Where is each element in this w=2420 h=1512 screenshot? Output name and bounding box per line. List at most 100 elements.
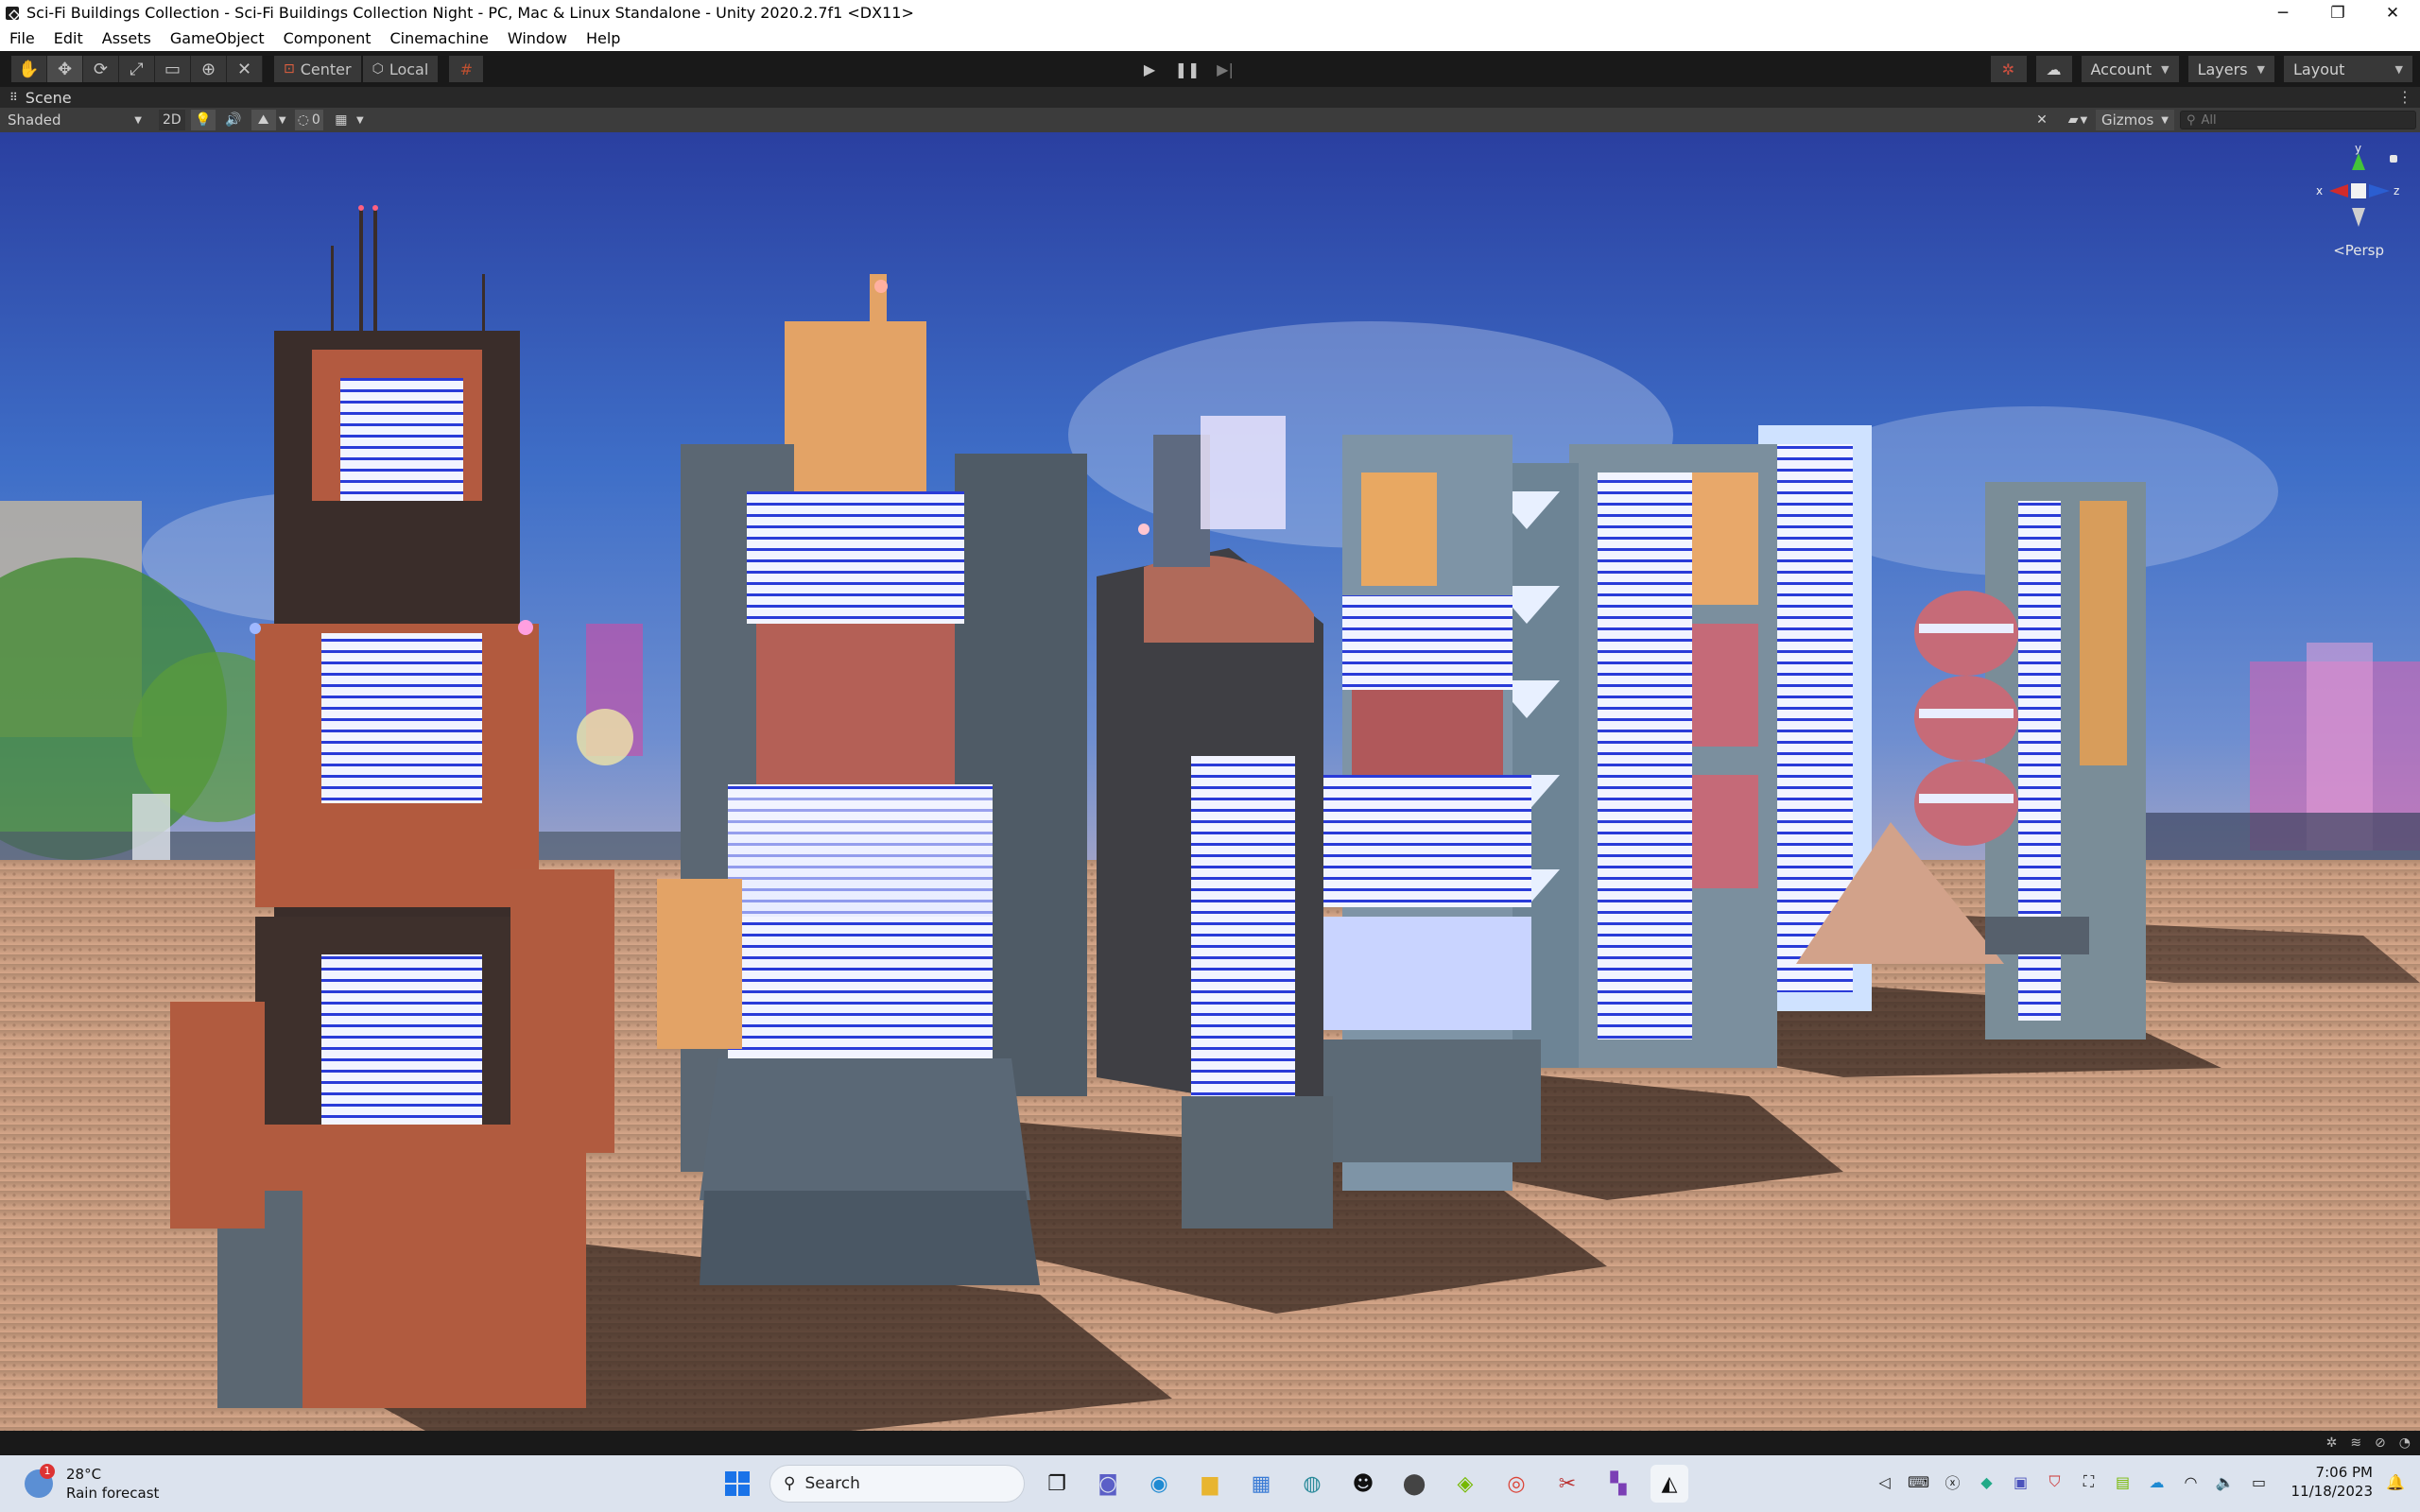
hidden-objects-toggle[interactable]: ◌ 0 xyxy=(294,110,323,130)
teams-tray-icon[interactable]: ▣ xyxy=(2010,1470,2032,1493)
camera-button[interactable]: ▰ ▼ xyxy=(2066,110,2090,130)
menu-assets[interactable]: Assets xyxy=(102,29,151,47)
effects-toggle[interactable]: ⛰ xyxy=(251,110,276,130)
menu-gameobject[interactable]: GameObject xyxy=(170,29,265,47)
nvidia-icon: ◈ xyxy=(1457,1471,1474,1496)
transform-icon: ⊕ xyxy=(200,59,216,79)
menu-edit[interactable]: Edit xyxy=(54,29,83,47)
axis-x-cone[interactable] xyxy=(2329,184,2348,198)
custom-tool-button[interactable]: ✕ xyxy=(227,56,263,82)
xbox-tray-icon[interactable]: ⓧ xyxy=(1942,1470,1964,1493)
unity-taskbar-button[interactable]: ◭ xyxy=(1651,1465,1688,1503)
edge-button[interactable]: ◉ xyxy=(1140,1465,1178,1503)
collab-button[interactable]: ✲ xyxy=(1990,56,2027,82)
wifi-icon[interactable]: ◠ xyxy=(2180,1470,2203,1493)
lock-icon[interactable] xyxy=(2390,155,2397,163)
grid-snap-button[interactable]: # xyxy=(449,56,484,82)
ime-tray-icon[interactable]: ⌨ xyxy=(1908,1470,1930,1493)
menu-component[interactable]: Component xyxy=(284,29,372,47)
audio-toggle[interactable]: 🔊 xyxy=(221,110,246,130)
globe-icon: ◍ xyxy=(1303,1471,1322,1496)
axis-z-cone[interactable] xyxy=(2369,184,2390,198)
chat-button[interactable]: ◙ xyxy=(1089,1465,1127,1503)
green-tray-icon[interactable]: ◆ xyxy=(1976,1470,1998,1493)
scene-search-input[interactable]: ⚲ All xyxy=(2180,111,2416,129)
nvidia-button[interactable]: ◈ xyxy=(1446,1465,1484,1503)
taskbar-search[interactable]: ⚲ Search xyxy=(769,1465,1025,1503)
effects-dropdown[interactable]: ▼ xyxy=(276,110,289,130)
more-options-icon[interactable]: ⋮ xyxy=(2397,88,2412,106)
play-button[interactable]: ▶ xyxy=(1131,56,1168,82)
cloud-tray-icon[interactable]: ☁ xyxy=(2146,1470,2169,1493)
menu-window[interactable]: Window xyxy=(508,29,567,47)
layout-label: Layout xyxy=(2293,60,2345,78)
browser-button[interactable]: ◍ xyxy=(1293,1465,1331,1503)
close-button[interactable]: ✕ xyxy=(2365,0,2420,26)
video-app-button[interactable]: ▚ xyxy=(1599,1465,1637,1503)
alien-app-button[interactable]: ☻ xyxy=(1344,1465,1382,1503)
menu-cinemachine[interactable]: Cinemachine xyxy=(389,29,488,47)
shading-mode-dropdown[interactable]: Shaded ▼ xyxy=(4,110,146,130)
minimize-button[interactable]: ─ xyxy=(2256,0,2310,26)
tools-toggle[interactable]: ✕ xyxy=(2030,110,2054,130)
rect-tool-button[interactable]: ▭ xyxy=(155,56,191,82)
store-button[interactable]: ▦ xyxy=(1242,1465,1280,1503)
step-button[interactable]: ▶| xyxy=(1206,56,1244,82)
battery-icon[interactable]: ▭ xyxy=(2248,1470,2271,1493)
cloud-button[interactable]: ☁ xyxy=(2035,56,2072,82)
layers-label: Layers xyxy=(2197,60,2248,78)
pivot-space-button[interactable]: ⬡ Local xyxy=(362,56,439,82)
chevron-down-icon: ▼ xyxy=(2080,114,2088,126)
axis-neg-y-cone[interactable] xyxy=(2352,208,2365,227)
scale-tool-button[interactable]: ⤢ xyxy=(119,56,155,82)
axis-y-cone[interactable] xyxy=(2352,153,2365,170)
progress-icon[interactable]: ◔ xyxy=(2399,1435,2411,1451)
search-placeholder: All xyxy=(2201,112,2217,128)
task-view-button[interactable]: ❐ xyxy=(1038,1465,1076,1503)
dark-app-button[interactable]: ⬤ xyxy=(1395,1465,1433,1503)
menu-file[interactable]: File xyxy=(9,29,35,47)
chrome-button[interactable]: ◎ xyxy=(1497,1465,1535,1503)
device-tray-icon[interactable]: ⛶ xyxy=(2078,1470,2100,1493)
security-tray-icon[interactable]: ⛉ xyxy=(2044,1470,2066,1493)
2d-toggle[interactable]: 2D xyxy=(159,110,185,130)
debug-icon[interactable]: ⊘ xyxy=(2375,1435,2386,1451)
notifications-bell-icon[interactable]: 🔔 xyxy=(2384,1470,2407,1493)
taskbar-apps: ⚲ Search ❐ ◙ ◉ ▆ ▦ ◍ ☻ ⬤ ◈ ◎ ✂ ▚ ◭ xyxy=(718,1465,1688,1503)
status-strip: ✲ ≋ ⊘ ◔ xyxy=(0,1431,2420,1455)
account-dropdown[interactable]: Account ▼ xyxy=(2081,56,2179,82)
gpu-tray-icon[interactable]: ▤ xyxy=(2112,1470,2135,1493)
bug-icon[interactable]: ✲ xyxy=(2326,1435,2338,1451)
local-space-icon: ⬡ xyxy=(372,61,384,77)
layers-dropdown[interactable]: Layers ▼ xyxy=(2187,56,2274,82)
grid-toggle[interactable]: ▦ xyxy=(329,110,354,130)
layout-dropdown[interactable]: Layout ▼ xyxy=(2284,56,2412,82)
scene-viewport[interactable]: y x z <Persp xyxy=(0,132,2420,1431)
start-button[interactable] xyxy=(718,1465,756,1503)
axis-center-cube[interactable] xyxy=(2351,183,2366,198)
transform-tool-button[interactable]: ⊕ xyxy=(191,56,227,82)
menu-help[interactable]: Help xyxy=(586,29,620,47)
scene-view-toolbar: Shaded ▼ 2D 💡 🔊 ⛰ ▼ ◌ 0 ▦ ▼ ✕ ▰ ▼ Gizmos … xyxy=(0,108,2420,132)
gizmos-dropdown[interactable]: Gizmos ▼ xyxy=(2096,110,2174,130)
pivot-mode-button[interactable]: ⊡ Center xyxy=(274,56,361,82)
scene-render xyxy=(0,132,2420,1431)
layers-stack-icon[interactable]: ≋ xyxy=(2350,1435,2361,1451)
alien-icon: ☻ xyxy=(1352,1471,1374,1496)
scene-tab[interactable]: ⠿ Scene ⋮ xyxy=(0,87,2420,108)
unity-hub-tray-icon[interactable]: ◁ xyxy=(1874,1470,1896,1493)
maximize-button[interactable]: ❐ xyxy=(2310,0,2365,26)
hand-tool-button[interactable]: ✋ xyxy=(11,56,47,82)
clock[interactable]: 7:06 PM 11/18/2023 xyxy=(2291,1463,2373,1501)
file-explorer-button[interactable]: ▆ xyxy=(1191,1465,1229,1503)
pause-button[interactable]: ❚❚ xyxy=(1168,56,1206,82)
projection-toggle[interactable]: <Persp xyxy=(2333,242,2384,259)
volume-icon[interactable]: 🔈 xyxy=(2214,1470,2237,1493)
weather-widget[interactable]: 1 28°C Rain forecast xyxy=(25,1464,159,1503)
grid-dropdown[interactable]: ▼ xyxy=(354,110,367,130)
rotate-tool-button[interactable]: ⟳ xyxy=(83,56,119,82)
snip-tool-button[interactable]: ✂ xyxy=(1548,1465,1586,1503)
move-tool-button[interactable]: ✥ xyxy=(47,56,83,82)
lighting-toggle[interactable]: 💡 xyxy=(190,110,216,130)
chevron-down-icon: ▼ xyxy=(2256,62,2265,76)
